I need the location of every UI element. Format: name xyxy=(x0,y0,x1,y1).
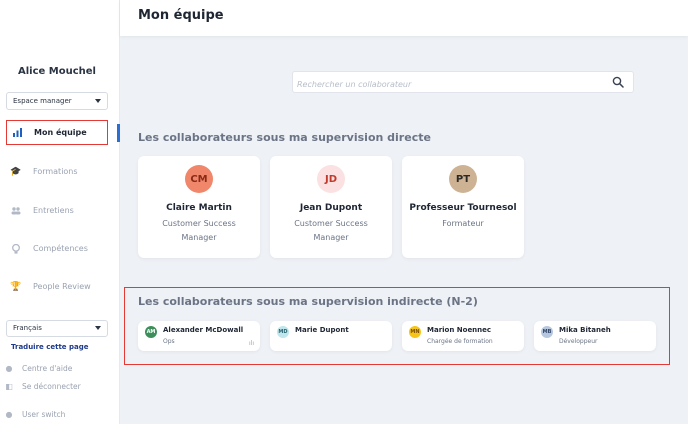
sidebar-item-formations[interactable]: 🎓 Formations xyxy=(6,159,108,184)
person-role: Formateur xyxy=(442,219,484,228)
person-role: Ops xyxy=(163,338,175,345)
sidebar-item-people-review[interactable]: 🏆 People Review xyxy=(6,274,108,299)
trophy-icon: 🏆 xyxy=(10,281,22,292)
sidebar-item-label: Entretiens xyxy=(33,206,74,215)
avatar: PT xyxy=(449,165,477,193)
person-name: Mika Bitaneh xyxy=(559,326,611,334)
user-switch-label: User switch xyxy=(22,410,66,419)
language-select[interactable]: Français xyxy=(6,320,108,337)
help-center-link[interactable]: ● Centre d'aide xyxy=(4,364,73,373)
person-name: Jean Dupont xyxy=(299,203,363,213)
avatar: JD xyxy=(317,165,345,193)
search-box xyxy=(292,71,634,95)
person-card[interactable]: JD Jean Dupont Customer Success Manager xyxy=(270,156,392,258)
sidebar-item-mon-equipe[interactable]: Mon équipe xyxy=(6,120,108,145)
chevron-down-icon xyxy=(95,99,101,103)
bar-chart-icon xyxy=(11,127,23,139)
lightbulb-icon xyxy=(10,243,22,255)
avatar: MB xyxy=(541,326,553,338)
user-name: Alice Mouchel xyxy=(18,66,96,77)
page-title: Mon équipe xyxy=(138,8,224,23)
direct-reports-title: Les collaborateurs sous ma supervision d… xyxy=(138,131,431,144)
sidebar-item-label: Formations xyxy=(33,167,78,176)
person-chip[interactable]: AM Alexander McDowall Ops ılı xyxy=(138,321,260,351)
avatar: CM xyxy=(185,165,213,193)
person-name: Claire Martin xyxy=(166,203,232,213)
indirect-reports-title: Les collaborateurs sous ma supervision i… xyxy=(138,295,478,308)
person-card[interactable]: PT Professeur Tournesol Formateur xyxy=(402,156,524,258)
person-name: Alexander McDowall xyxy=(163,326,244,334)
person-role: Chargée de formation xyxy=(427,338,493,345)
space-select[interactable]: Espace manager xyxy=(6,92,108,110)
user-switch-link[interactable]: ● User switch xyxy=(4,410,66,419)
search-input[interactable] xyxy=(293,74,593,95)
avatar: AM xyxy=(145,326,157,338)
graduation-cap-icon: 🎓 xyxy=(10,166,22,177)
chevron-down-icon xyxy=(95,326,101,330)
top-bar: Mon équipe xyxy=(120,0,688,36)
logout-label: Se déconnecter xyxy=(22,382,81,391)
help-icon: ● xyxy=(5,364,13,373)
person-name: Marion Noennec xyxy=(427,326,492,334)
person-role: Customer Success Manager xyxy=(294,219,368,242)
logout-link[interactable]: ◧ Se déconnecter xyxy=(4,382,81,391)
person-chip[interactable]: MB Mika Bitaneh Développeur xyxy=(534,321,656,351)
logout-icon: ◧ xyxy=(5,382,13,391)
help-center-label: Centre d'aide xyxy=(22,364,73,373)
translate-page-link[interactable]: Traduire cette page xyxy=(11,343,88,351)
people-icon xyxy=(10,205,22,217)
sidebar-item-label: People Review xyxy=(33,282,91,291)
sidebar-item-label: Mon équipe xyxy=(34,128,87,137)
person-chip[interactable]: MD Marie Dupont xyxy=(270,321,392,351)
person-name: Professeur Tournesol xyxy=(409,203,517,213)
person-name: Marie Dupont xyxy=(295,326,349,334)
language-select-value: Français xyxy=(13,324,42,332)
sidebar-item-label: Compétences xyxy=(33,244,88,253)
person-role: Développeur xyxy=(559,338,598,345)
sidebar: Alice Mouchel Espace manager Mon équipe … xyxy=(0,0,120,424)
avatar: MN xyxy=(409,326,421,338)
sidebar-item-entretiens[interactable]: Entretiens xyxy=(6,198,108,223)
active-indicator xyxy=(117,124,120,142)
switch-user-icon: ● xyxy=(5,410,13,419)
person-chip[interactable]: MN Marion Noennec Chargée de formation xyxy=(402,321,524,351)
person-role: Customer Success Manager xyxy=(162,219,236,242)
search-icon[interactable] xyxy=(612,76,624,88)
avatar: MD xyxy=(277,326,289,338)
stats-icon: ılı xyxy=(248,340,254,347)
sidebar-item-competences[interactable]: Compétences xyxy=(6,236,108,261)
space-select-value: Espace manager xyxy=(13,97,72,105)
person-card[interactable]: CM Claire Martin Customer Success Manage… xyxy=(138,156,260,258)
